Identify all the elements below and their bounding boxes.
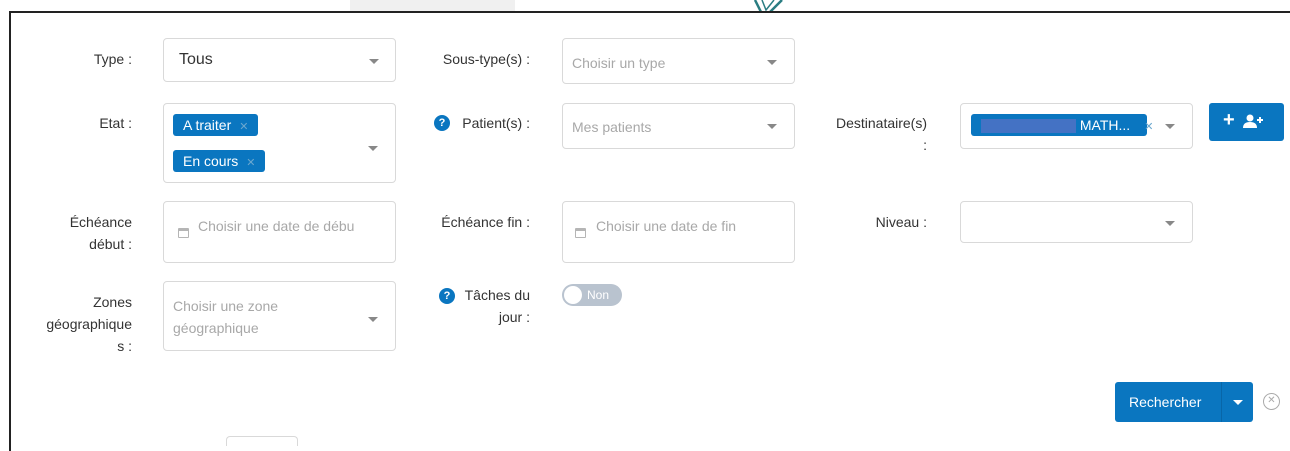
echeance-debut-label-line1: Échéance bbox=[69, 214, 132, 230]
chevron-down-icon bbox=[767, 124, 777, 129]
etat-tag-label: En cours bbox=[183, 153, 239, 169]
sous-type-label: Sous-type(s) : bbox=[442, 51, 530, 67]
sous-type-select[interactable]: Choisir un type bbox=[562, 38, 795, 84]
chevron-down-icon bbox=[368, 146, 378, 151]
search-button-label: Rechercher bbox=[1129, 394, 1202, 410]
destinataire-label: Destinataire(s) : bbox=[820, 112, 927, 156]
etat-select[interactable]: A traiter ✕ En cours ✕ bbox=[163, 103, 396, 183]
niveau-label: Niveau : bbox=[875, 214, 927, 230]
echeance-fin-placeholder: Choisir une date de fin bbox=[596, 218, 737, 234]
echeance-debut-placeholder: Choisir une date de débu bbox=[198, 218, 355, 234]
zones-placeholder-line2: géographique bbox=[173, 320, 259, 336]
toggle-knob bbox=[564, 286, 582, 304]
plus-label: + bbox=[1223, 109, 1235, 131]
type-select[interactable]: Tous bbox=[163, 38, 396, 82]
close-circle-icon[interactable]: ✕ bbox=[1263, 393, 1280, 410]
zones-label-line1: Zones bbox=[93, 294, 132, 310]
toggle-text: Non bbox=[587, 288, 610, 302]
zones-select[interactable]: Choisir une zone géographique bbox=[163, 281, 396, 351]
taches-label-line1: Tâches du bbox=[464, 287, 530, 303]
type-label: Type : bbox=[93, 51, 132, 67]
help-icon[interactable]: ? bbox=[434, 115, 450, 131]
etat-tag[interactable]: En cours ✕ bbox=[173, 150, 266, 172]
zones-label: Zones géographique s : bbox=[20, 291, 132, 357]
taches-label: Tâches du jour : bbox=[455, 284, 530, 328]
destinataire-select[interactable]: MATH... ✕ bbox=[960, 103, 1193, 149]
tag-remove-icon[interactable]: ✕ bbox=[1144, 121, 1153, 133]
add-user-icon bbox=[1243, 114, 1263, 128]
destinataire-tag[interactable]: MATH... ✕ bbox=[971, 114, 1153, 136]
chevron-down-icon bbox=[1165, 221, 1175, 226]
chevron-down-icon[interactable] bbox=[1233, 400, 1243, 405]
echeance-fin-input[interactable]: Choisir une date de fin bbox=[562, 201, 795, 263]
etat-label: Etat : bbox=[99, 115, 132, 131]
chevron-down-icon bbox=[369, 59, 379, 64]
calendar-icon bbox=[178, 228, 189, 238]
partial-bottom-box bbox=[226, 436, 298, 446]
echeance-debut-label-line2: début : bbox=[89, 236, 132, 252]
echeance-fin-label: Échéance fin : bbox=[441, 214, 530, 230]
sous-type-placeholder: Choisir un type bbox=[572, 55, 666, 71]
etat-tag-label: A traiter bbox=[183, 117, 232, 133]
type-select-value: Tous bbox=[179, 51, 213, 68]
help-icon[interactable]: ? bbox=[439, 288, 455, 304]
patient-label: Patient(s) : bbox=[462, 115, 530, 131]
search-divider bbox=[1221, 382, 1222, 422]
tag-remove-icon[interactable]: ✕ bbox=[246, 157, 255, 169]
zones-placeholder-line1: Choisir une zone bbox=[173, 298, 279, 314]
chevron-down-icon bbox=[1165, 124, 1175, 129]
tag-remove-icon[interactable]: ✕ bbox=[239, 121, 248, 133]
destinataire-tag-label: MATH... bbox=[1079, 117, 1131, 133]
niveau-select[interactable] bbox=[960, 201, 1193, 243]
calendar-icon bbox=[575, 228, 586, 238]
chevron-down-icon bbox=[767, 60, 777, 65]
taches-label-line2: jour : bbox=[498, 309, 530, 325]
etat-tag[interactable]: A traiter ✕ bbox=[173, 114, 259, 136]
destinataire-label-line1: Destinataire(s) bbox=[835, 115, 927, 131]
destinataire-label-line2: : bbox=[923, 137, 927, 153]
taches-du-jour-toggle[interactable]: Non bbox=[562, 284, 622, 306]
zones-label-line2: géographique bbox=[46, 316, 132, 332]
echeance-debut-input[interactable]: Choisir une date de débu bbox=[163, 201, 396, 263]
zones-label-line3: s : bbox=[117, 338, 132, 354]
patient-placeholder: Mes patients bbox=[572, 119, 652, 135]
add-recipient-button[interactable]: + bbox=[1209, 103, 1284, 141]
chevron-down-icon bbox=[368, 317, 378, 322]
redacted-name bbox=[981, 119, 1076, 134]
echeance-debut-label: Échéance début : bbox=[40, 211, 132, 255]
patient-select[interactable]: Mes patients bbox=[562, 103, 795, 149]
search-button[interactable]: Rechercher bbox=[1115, 382, 1253, 422]
